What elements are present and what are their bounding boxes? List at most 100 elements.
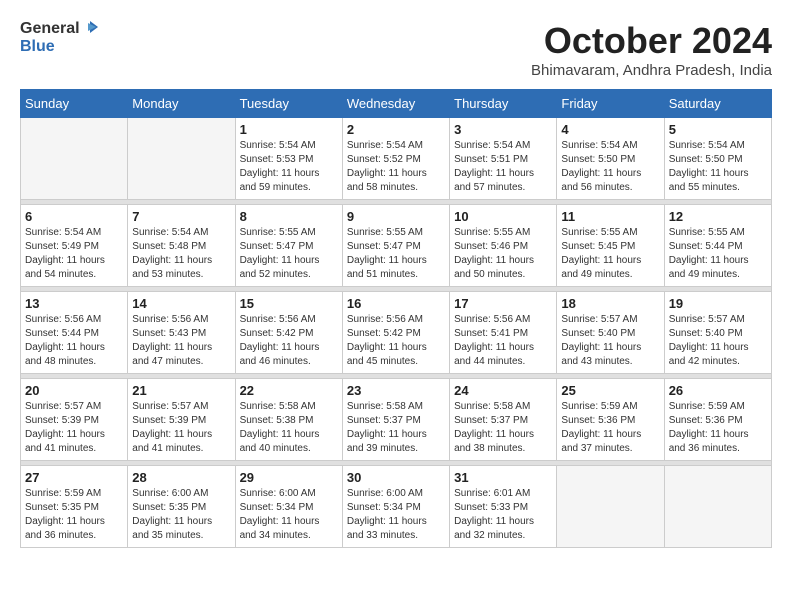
calendar-cell	[664, 466, 771, 548]
calendar-cell: 6 Sunrise: 5:54 AM Sunset: 5:49 PM Dayli…	[21, 205, 128, 287]
header-tuesday: Tuesday	[235, 90, 342, 118]
day-number: 2	[347, 122, 445, 137]
day-info: Sunrise: 5:54 AM Sunset: 5:51 PM Dayligh…	[454, 139, 552, 195]
day-number: 22	[240, 383, 338, 398]
day-info: Sunrise: 5:57 AM Sunset: 5:39 PM Dayligh…	[132, 400, 230, 456]
day-number: 20	[25, 383, 123, 398]
day-number: 16	[347, 296, 445, 311]
day-number: 30	[347, 470, 445, 485]
calendar-cell: 21 Sunrise: 5:57 AM Sunset: 5:39 PM Dayl…	[128, 379, 235, 461]
day-info: Sunrise: 6:00 AM Sunset: 5:34 PM Dayligh…	[240, 487, 338, 543]
calendar-cell	[21, 118, 128, 200]
header-monday: Monday	[128, 90, 235, 118]
calendar-cell: 26 Sunrise: 5:59 AM Sunset: 5:36 PM Dayl…	[664, 379, 771, 461]
calendar-cell: 23 Sunrise: 5:58 AM Sunset: 5:37 PM Dayl…	[342, 379, 449, 461]
day-info: Sunrise: 6:00 AM Sunset: 5:35 PM Dayligh…	[132, 487, 230, 543]
day-info: Sunrise: 6:01 AM Sunset: 5:33 PM Dayligh…	[454, 487, 552, 543]
day-info: Sunrise: 5:54 AM Sunset: 5:50 PM Dayligh…	[561, 139, 659, 195]
day-number: 11	[561, 209, 659, 224]
calendar-cell: 8 Sunrise: 5:55 AM Sunset: 5:47 PM Dayli…	[235, 205, 342, 287]
day-number: 13	[25, 296, 123, 311]
day-number: 4	[561, 122, 659, 137]
title-block: October 2024 Bhimavaram, Andhra Pradesh,…	[531, 20, 772, 79]
day-info: Sunrise: 5:59 AM Sunset: 5:36 PM Dayligh…	[669, 400, 767, 456]
day-number: 18	[561, 296, 659, 311]
calendar-week-5: 27 Sunrise: 5:59 AM Sunset: 5:35 PM Dayl…	[21, 466, 772, 548]
day-number: 12	[669, 209, 767, 224]
day-info: Sunrise: 5:55 AM Sunset: 5:45 PM Dayligh…	[561, 226, 659, 282]
day-info: Sunrise: 5:56 AM Sunset: 5:42 PM Dayligh…	[240, 313, 338, 369]
calendar-cell: 25 Sunrise: 5:59 AM Sunset: 5:36 PM Dayl…	[557, 379, 664, 461]
day-number: 15	[240, 296, 338, 311]
day-number: 3	[454, 122, 552, 137]
day-info: Sunrise: 5:56 AM Sunset: 5:43 PM Dayligh…	[132, 313, 230, 369]
day-number: 19	[669, 296, 767, 311]
calendar-cell: 10 Sunrise: 5:55 AM Sunset: 5:46 PM Dayl…	[450, 205, 557, 287]
day-number: 27	[25, 470, 123, 485]
calendar-cell: 14 Sunrise: 5:56 AM Sunset: 5:43 PM Dayl…	[128, 292, 235, 374]
day-info: Sunrise: 5:54 AM Sunset: 5:50 PM Dayligh…	[669, 139, 767, 195]
day-number: 9	[347, 209, 445, 224]
calendar-cell: 20 Sunrise: 5:57 AM Sunset: 5:39 PM Dayl…	[21, 379, 128, 461]
calendar-header-row: SundayMondayTuesdayWednesdayThursdayFrid…	[21, 90, 772, 118]
day-number: 1	[240, 122, 338, 137]
page-header: General Blue October 2024 Bhimavaram, An…	[20, 20, 772, 79]
calendar-cell: 4 Sunrise: 5:54 AM Sunset: 5:50 PM Dayli…	[557, 118, 664, 200]
calendar-cell: 1 Sunrise: 5:54 AM Sunset: 5:53 PM Dayli…	[235, 118, 342, 200]
day-number: 10	[454, 209, 552, 224]
day-info: Sunrise: 5:56 AM Sunset: 5:42 PM Dayligh…	[347, 313, 445, 369]
logo-general: General	[20, 20, 80, 38]
location: Bhimavaram, Andhra Pradesh, India	[531, 62, 772, 79]
calendar-cell: 2 Sunrise: 5:54 AM Sunset: 5:52 PM Dayli…	[342, 118, 449, 200]
calendar-cell: 3 Sunrise: 5:54 AM Sunset: 5:51 PM Dayli…	[450, 118, 557, 200]
logo-blue: Blue	[20, 38, 98, 56]
calendar-week-4: 20 Sunrise: 5:57 AM Sunset: 5:39 PM Dayl…	[21, 379, 772, 461]
month-title: October 2024	[531, 20, 772, 62]
day-info: Sunrise: 5:54 AM Sunset: 5:52 PM Dayligh…	[347, 139, 445, 195]
calendar-cell: 29 Sunrise: 6:00 AM Sunset: 5:34 PM Dayl…	[235, 466, 342, 548]
calendar-cell: 19 Sunrise: 5:57 AM Sunset: 5:40 PM Dayl…	[664, 292, 771, 374]
day-info: Sunrise: 5:55 AM Sunset: 5:47 PM Dayligh…	[240, 226, 338, 282]
calendar-cell: 15 Sunrise: 5:56 AM Sunset: 5:42 PM Dayl…	[235, 292, 342, 374]
day-number: 7	[132, 209, 230, 224]
calendar-cell	[128, 118, 235, 200]
day-info: Sunrise: 5:59 AM Sunset: 5:35 PM Dayligh…	[25, 487, 123, 543]
calendar-cell: 13 Sunrise: 5:56 AM Sunset: 5:44 PM Dayl…	[21, 292, 128, 374]
day-info: Sunrise: 6:00 AM Sunset: 5:34 PM Dayligh…	[347, 487, 445, 543]
day-number: 29	[240, 470, 338, 485]
calendar-cell: 30 Sunrise: 6:00 AM Sunset: 5:34 PM Dayl…	[342, 466, 449, 548]
day-info: Sunrise: 5:56 AM Sunset: 5:44 PM Dayligh…	[25, 313, 123, 369]
day-number: 14	[132, 296, 230, 311]
day-number: 6	[25, 209, 123, 224]
header-friday: Friday	[557, 90, 664, 118]
day-number: 26	[669, 383, 767, 398]
logo-bird-icon	[82, 19, 98, 35]
calendar-cell: 18 Sunrise: 5:57 AM Sunset: 5:40 PM Dayl…	[557, 292, 664, 374]
day-info: Sunrise: 5:57 AM Sunset: 5:40 PM Dayligh…	[561, 313, 659, 369]
logo-container: General Blue	[20, 20, 98, 55]
day-number: 28	[132, 470, 230, 485]
day-number: 23	[347, 383, 445, 398]
calendar-cell: 28 Sunrise: 6:00 AM Sunset: 5:35 PM Dayl…	[128, 466, 235, 548]
header-thursday: Thursday	[450, 90, 557, 118]
calendar-cell: 27 Sunrise: 5:59 AM Sunset: 5:35 PM Dayl…	[21, 466, 128, 548]
day-info: Sunrise: 5:57 AM Sunset: 5:40 PM Dayligh…	[669, 313, 767, 369]
day-number: 24	[454, 383, 552, 398]
calendar-cell: 31 Sunrise: 6:01 AM Sunset: 5:33 PM Dayl…	[450, 466, 557, 548]
day-info: Sunrise: 5:56 AM Sunset: 5:41 PM Dayligh…	[454, 313, 552, 369]
calendar-cell	[557, 466, 664, 548]
header-sunday: Sunday	[21, 90, 128, 118]
calendar-cell: 11 Sunrise: 5:55 AM Sunset: 5:45 PM Dayl…	[557, 205, 664, 287]
calendar-cell: 12 Sunrise: 5:55 AM Sunset: 5:44 PM Dayl…	[664, 205, 771, 287]
calendar-cell: 9 Sunrise: 5:55 AM Sunset: 5:47 PM Dayli…	[342, 205, 449, 287]
calendar-cell: 5 Sunrise: 5:54 AM Sunset: 5:50 PM Dayli…	[664, 118, 771, 200]
logo: General Blue	[20, 20, 98, 55]
calendar-week-1: 1 Sunrise: 5:54 AM Sunset: 5:53 PM Dayli…	[21, 118, 772, 200]
header-wednesday: Wednesday	[342, 90, 449, 118]
calendar-cell: 7 Sunrise: 5:54 AM Sunset: 5:48 PM Dayli…	[128, 205, 235, 287]
day-number: 25	[561, 383, 659, 398]
day-info: Sunrise: 5:55 AM Sunset: 5:46 PM Dayligh…	[454, 226, 552, 282]
day-number: 21	[132, 383, 230, 398]
day-number: 5	[669, 122, 767, 137]
day-info: Sunrise: 5:55 AM Sunset: 5:44 PM Dayligh…	[669, 226, 767, 282]
